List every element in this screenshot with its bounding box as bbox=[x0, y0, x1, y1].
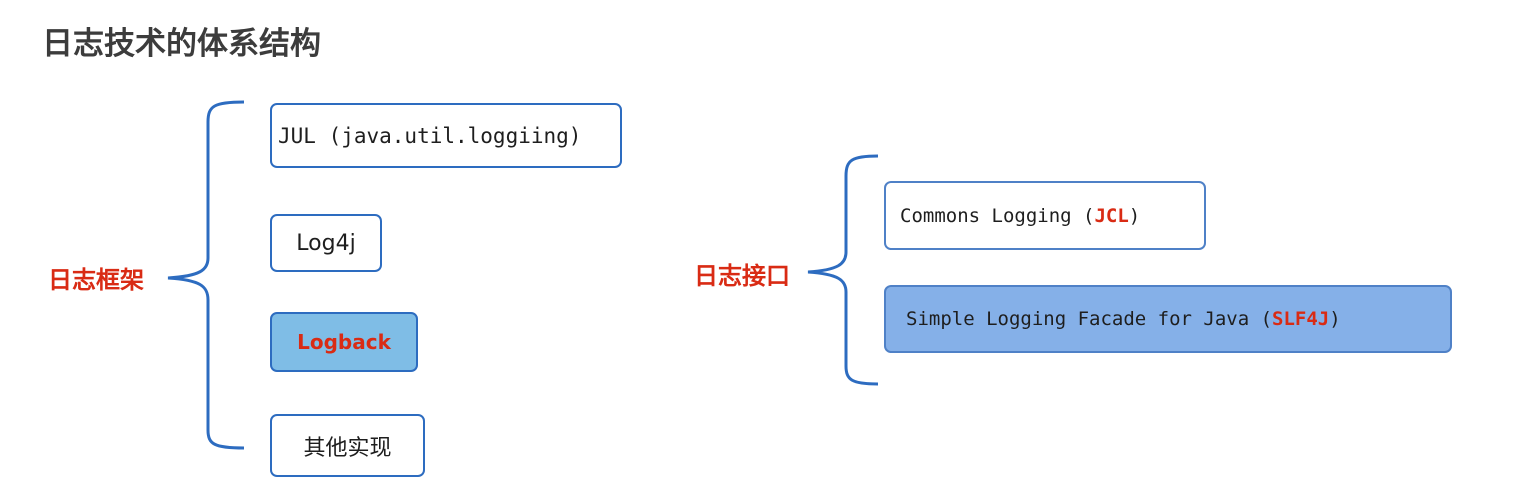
interface-slf4j-highlight: SLF4J bbox=[1272, 308, 1330, 330]
interface-slf4j-suffix: ) bbox=[1329, 308, 1341, 330]
interface-jcl-highlight: JCL bbox=[1094, 204, 1129, 227]
framework-logback-box: Logback bbox=[270, 312, 418, 372]
framework-other-label: 其他实现 bbox=[303, 435, 392, 461]
framework-jul-box: JUL (java.util.loggiing) bbox=[270, 103, 622, 168]
framework-logback-label: Logback bbox=[297, 330, 391, 354]
interfaces-label: 日志接口 bbox=[694, 262, 790, 290]
interface-slf4j-box: Simple Logging Facade for Java (SLF4J) bbox=[884, 285, 1452, 353]
framework-log4j-label: Log4j bbox=[296, 230, 356, 256]
framework-log4j-box: Log4j bbox=[270, 214, 382, 272]
brace-lines bbox=[167, 100, 879, 450]
interface-jcl-box: Commons Logging (JCL) bbox=[884, 181, 1206, 250]
framework-jul-label: JUL (java.util.loggiing) bbox=[278, 123, 582, 148]
interface-slf4j-prefix: Simple Logging Facade for Java ( bbox=[906, 308, 1273, 330]
framework-other-box: 其他实现 bbox=[270, 414, 425, 477]
frameworks-brace bbox=[167, 100, 245, 450]
interface-jcl-prefix: Commons Logging ( bbox=[900, 204, 1095, 227]
interface-jcl-suffix: ) bbox=[1128, 204, 1141, 227]
frameworks-label: 日志框架 bbox=[48, 266, 144, 294]
interfaces-brace bbox=[807, 154, 879, 386]
